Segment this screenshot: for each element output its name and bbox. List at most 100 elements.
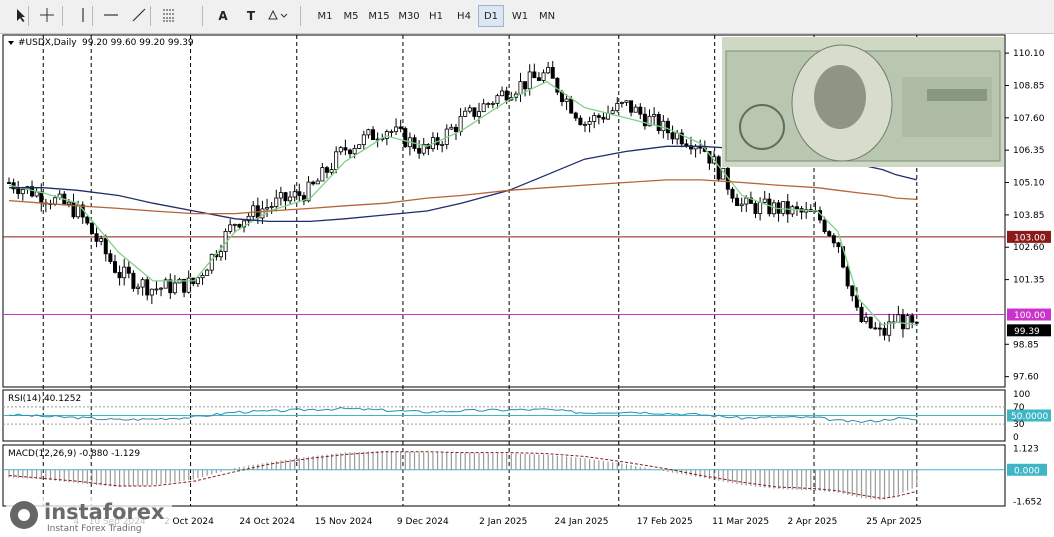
timeframe-m5-button[interactable]: M5	[338, 5, 364, 27]
candle-body	[145, 279, 150, 296]
text-tool-icon: A	[218, 9, 228, 23]
candle-body	[417, 148, 422, 154]
candle-body	[103, 238, 108, 255]
timeframe-m1-button[interactable]: M1	[312, 5, 338, 27]
text-label-tool-button[interactable]: T	[240, 5, 262, 27]
timeframe-m30-button[interactable]: M30	[394, 5, 424, 27]
horizontal-line-icon	[103, 7, 119, 26]
candle-body	[361, 134, 366, 146]
candle-body	[864, 316, 869, 322]
candle-body	[583, 123, 588, 126]
fibonacci-tool-button[interactable]	[158, 5, 180, 27]
price-tick-label: 106.35	[1013, 146, 1045, 156]
candle-body	[836, 242, 841, 248]
candle-body	[403, 128, 408, 148]
candle-body	[546, 67, 551, 74]
crosshair-tool-button[interactable]	[36, 5, 58, 27]
candle-body	[739, 203, 744, 207]
candle-body	[149, 288, 154, 296]
timeframe-mn-button[interactable]: MN	[534, 5, 560, 27]
candle-body	[490, 102, 495, 105]
trend-line-tool-button[interactable]	[128, 5, 150, 27]
candle-body	[269, 206, 274, 209]
price-tick-label: 97.60	[1013, 373, 1039, 383]
candle-body	[527, 71, 532, 90]
candle-body	[126, 266, 131, 274]
logo-icon-core	[18, 509, 30, 521]
candle-body	[859, 306, 864, 322]
candle-body	[440, 144, 445, 146]
candle-body	[172, 282, 177, 294]
candle-body	[352, 148, 357, 155]
x-tick-label: 9 Dec 2024	[397, 517, 449, 527]
rsi-tick-label: 100	[1013, 390, 1030, 400]
candle-body	[785, 201, 790, 215]
text-label-icon: T	[246, 9, 256, 23]
rsi-tick-label: 30	[1013, 420, 1025, 430]
rsi-title: RSI(14) 40.1252	[8, 394, 81, 404]
candle-body	[218, 251, 223, 258]
timeframe-d1-button[interactable]: D1	[478, 5, 504, 27]
shapes-tool-button[interactable]	[266, 5, 288, 27]
candle-body	[453, 126, 458, 133]
candle-body	[684, 143, 689, 147]
candle-body	[882, 327, 887, 336]
candle-body	[449, 126, 454, 130]
x-tick-label: 24 Jan 2025	[555, 517, 609, 527]
candle-body	[117, 271, 122, 279]
candle-body	[278, 192, 283, 199]
vertical-line-tool-button[interactable]	[72, 5, 94, 27]
candle-body	[638, 106, 643, 115]
price-tick-label: 102.60	[1013, 243, 1045, 253]
candle-body	[195, 277, 200, 285]
candle-body	[338, 147, 343, 153]
candle-body	[500, 90, 505, 97]
shapes-icon	[266, 7, 288, 26]
timeframe-h1-button[interactable]: H1	[424, 5, 448, 27]
candle-body	[209, 253, 214, 271]
candle-body	[744, 197, 749, 205]
candle-body	[265, 207, 270, 210]
candle-body	[624, 100, 629, 103]
x-tick-label: 11 Mar 2025	[712, 517, 769, 527]
candle-body	[850, 285, 855, 297]
timeframe-w1-button[interactable]: W1	[507, 5, 533, 27]
timeframe-m15-button[interactable]: M15	[364, 5, 394, 27]
candle-body	[656, 113, 661, 132]
timeframe-h4-button[interactable]: H4	[451, 5, 477, 27]
candle-body	[71, 201, 76, 218]
candle-body	[311, 181, 316, 185]
fibonacci-icon	[161, 7, 177, 26]
x-tick-label: 17 Feb 2025	[637, 517, 693, 527]
candle-body	[661, 120, 666, 132]
price-tick-label: 101.35	[1013, 276, 1045, 286]
candle-body	[288, 196, 293, 202]
text-tool-tool-button[interactable]: A	[212, 5, 234, 27]
candle-body	[550, 67, 555, 79]
candle-body	[868, 316, 873, 329]
candle-body	[384, 131, 389, 139]
candle-body	[39, 191, 44, 204]
price-tick-label: 105.10	[1013, 179, 1045, 189]
candle-body	[168, 279, 173, 294]
candle-body	[108, 253, 113, 262]
candle-body	[232, 223, 237, 226]
candle-body	[900, 314, 905, 330]
chart-toolbar: A T M1 M5 M15 M30 H1 H4 D1 W1 MN	[0, 0, 1054, 34]
candle-body	[914, 321, 919, 324]
candle-body	[827, 231, 832, 237]
crosshair-icon	[39, 7, 55, 26]
candle-body	[831, 235, 836, 244]
candle-body	[592, 115, 597, 122]
candle-body	[518, 81, 523, 95]
horizontal-line-tool-button[interactable]	[100, 5, 122, 27]
candle-body	[228, 224, 233, 232]
candle-body	[205, 269, 210, 276]
candle-body	[559, 91, 564, 103]
chart-canvas: 110.10 108.85 107.60 106.35 105.10 103.85 102.…	[2, 34, 1051, 534]
candle-body	[34, 191, 39, 197]
candle-body	[762, 198, 767, 203]
candle-body	[274, 197, 279, 207]
candle-body	[112, 261, 117, 273]
candle-body	[329, 169, 334, 173]
